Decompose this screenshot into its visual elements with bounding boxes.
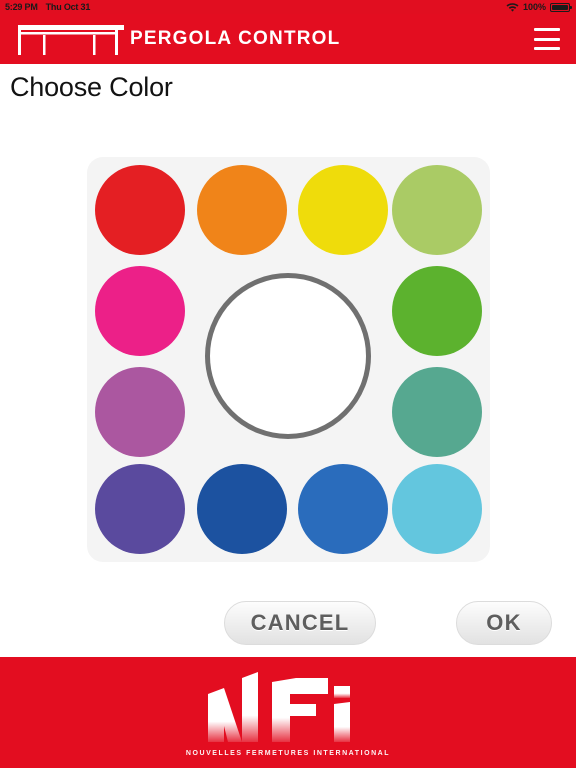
color-swatch-sky-blue[interactable] [392,464,482,554]
color-swatch-indigo[interactable] [95,464,185,554]
footer-tagline: NOUVELLES FERMETURES INTERNATIONAL [185,750,391,757]
brand: PERGOLA CONTROL [16,23,340,55]
color-swatch-red[interactable] [95,165,185,255]
app-root: 5:29 PM Thu Oct 31 100% PERGOLA CONTROL [0,0,576,768]
nfi-logo-icon [208,672,350,742]
ok-button[interactable]: OK [456,601,552,645]
color-swatch-yellow[interactable] [298,165,388,255]
hamburger-menu-icon[interactable] [534,28,560,50]
color-swatch-teal[interactable] [392,367,482,457]
color-swatch-orchid[interactable] [95,367,185,457]
cancel-button[interactable]: CANCEL [224,601,376,645]
battery-full-icon [550,2,572,12]
color-swatch-blue[interactable] [298,464,388,554]
color-swatch-orange[interactable] [197,165,287,255]
app-header: PERGOLA CONTROL [0,14,576,64]
status-bar-time: 5:29 PM [5,2,38,12]
color-swatch-white[interactable] [205,273,371,439]
brand-title: PERGOLA CONTROL [130,28,341,49]
battery-percent-label: 100% [522,2,546,12]
wifi-icon [506,3,519,12]
color-swatch-green[interactable] [392,266,482,356]
app-footer: NOUVELLES FERMETURES INTERNATIONAL [0,657,576,768]
color-swatch-magenta[interactable] [95,266,185,356]
color-swatch-light-green[interactable] [392,165,482,255]
status-bar-date: Thu Oct 31 [45,2,91,12]
status-bar: 5:29 PM Thu Oct 31 100% [0,0,576,14]
color-picker-panel [87,157,490,562]
color-swatch-navy-blue[interactable] [197,464,287,554]
status-bar-indicators: 100% [506,0,572,14]
pergola-logo-icon [18,25,124,55]
page-title: Choose Color [10,72,173,102]
